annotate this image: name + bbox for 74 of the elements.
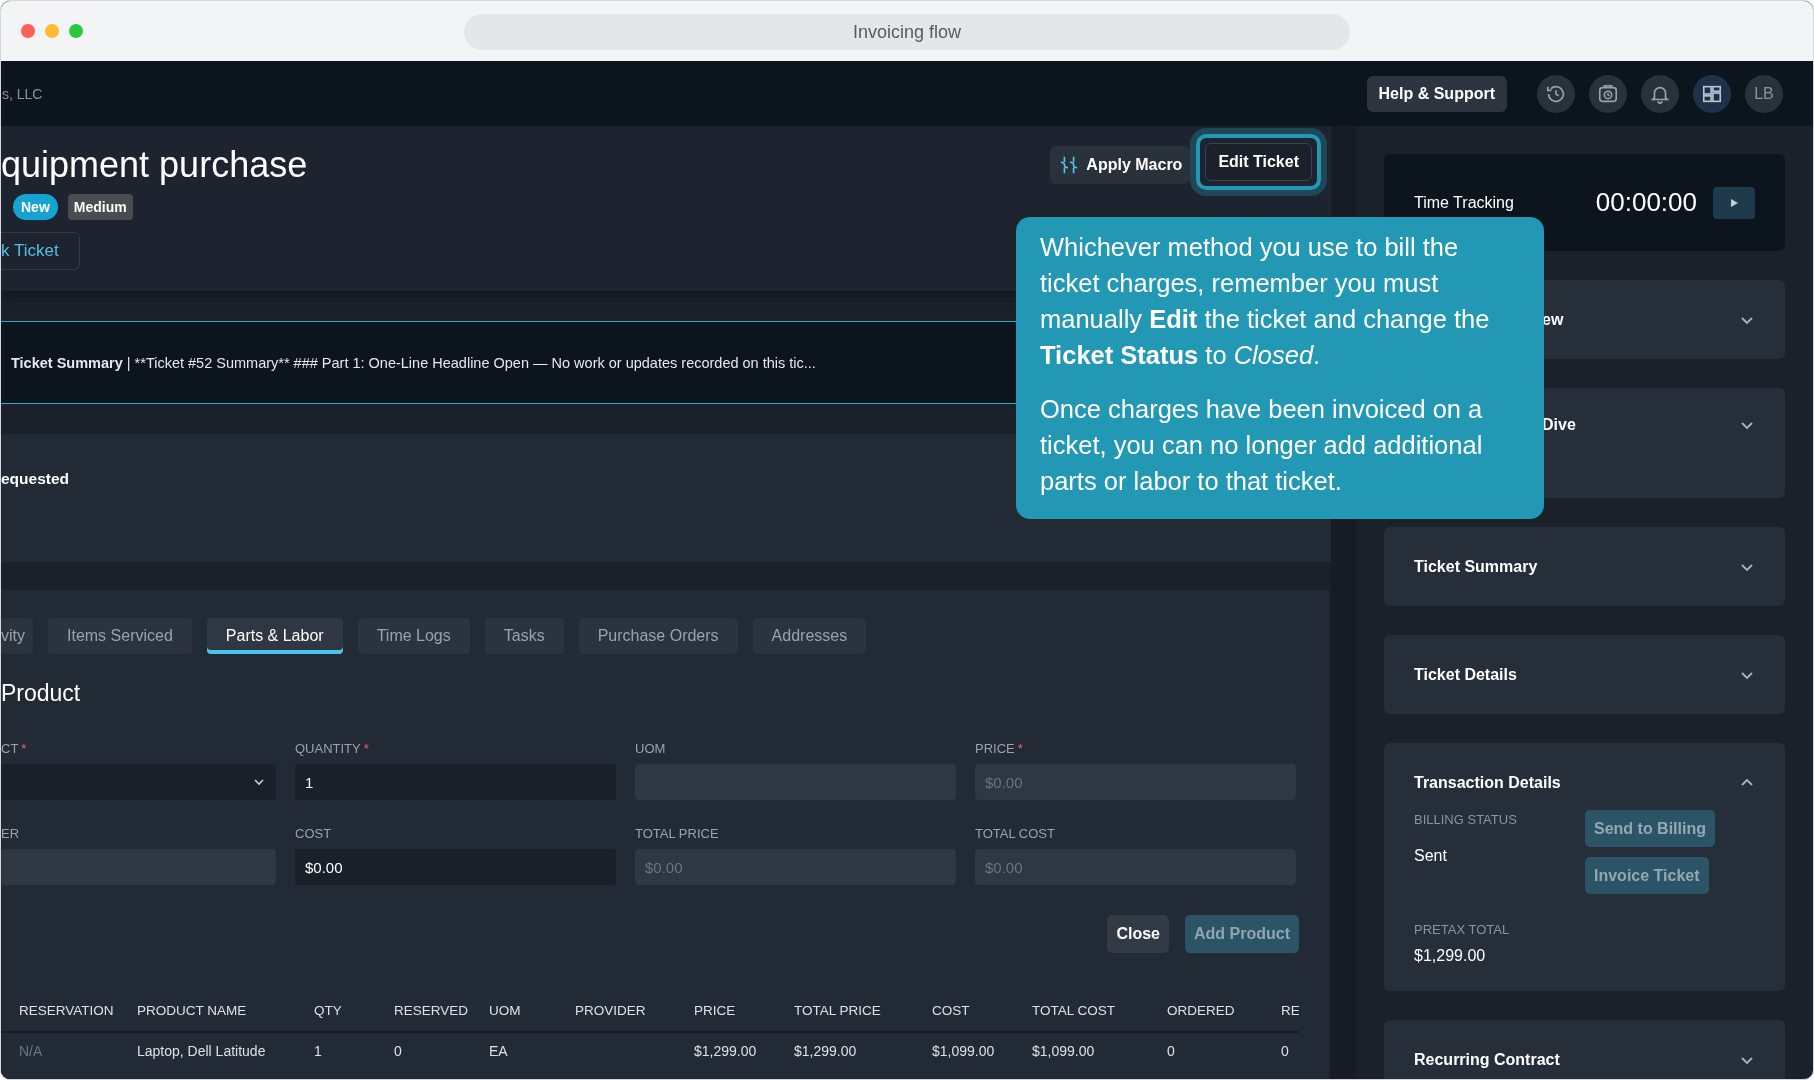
table-cell: $1,099.00	[1032, 1043, 1095, 1059]
column-header: TOTAL COST	[1032, 1002, 1116, 1018]
dashboard-icon[interactable]	[1693, 74, 1731, 113]
field-label: CT *	[1, 741, 28, 756]
column-header: ORDERED	[1167, 1002, 1236, 1018]
field-label: ER	[1, 826, 21, 841]
table-cell: $1,099.00	[932, 1043, 995, 1059]
tab[interactable]: Tasks	[484, 618, 564, 654]
table-cell: 0	[394, 1043, 402, 1059]
play-button[interactable]	[1713, 186, 1755, 219]
tooltip-text: Whichever method you use to bill the ticket charges, remember you must manually Edit the ticket and change the Ticket Status to Closed.	[1040, 232, 1491, 371]
field-label: UOM	[635, 741, 667, 756]
column-header: RE	[1281, 1002, 1299, 1018]
input-field[interactable]: $0.00	[295, 849, 616, 885]
table-cell: 1	[314, 1043, 322, 1059]
table-cell: 0	[1167, 1043, 1175, 1059]
help-support-button[interactable]: Help & Support	[1366, 75, 1507, 112]
ticket-badge: New	[13, 194, 58, 220]
card-title[interactable]: Recurring Contract	[1414, 1050, 1560, 1069]
column-header: PRICE	[694, 1002, 737, 1018]
table-cell: Laptop, Dell Latitude	[137, 1043, 266, 1059]
history-icon[interactable]	[1537, 74, 1575, 113]
ticket-badge: Medium	[67, 194, 133, 220]
field-label: QUANTITY *	[295, 741, 370, 756]
column-header: RESERVED	[394, 1002, 470, 1018]
billing-status-value: Sent	[1414, 847, 1448, 865]
field-label: PRICE *	[975, 741, 1024, 756]
timer-icon[interactable]	[1589, 74, 1627, 113]
table-cell: $1,299.00	[694, 1043, 757, 1059]
apply-macro-button[interactable]: Apply Macro	[1050, 146, 1191, 184]
ticket-title: quipment purchase	[1, 144, 308, 186]
timer-display: 00:00:00	[1595, 187, 1697, 218]
billing-status-label: BILLING STATUS	[1414, 812, 1517, 827]
tab[interactable]: Parts & Labor	[206, 618, 343, 654]
tab[interactable]: Items Serviced	[48, 618, 192, 654]
play-icon	[1728, 196, 1740, 209]
card-title[interactable]: Transaction Details	[1414, 773, 1561, 792]
field-label: COST	[295, 826, 333, 841]
column-header: TOTAL PRICE	[794, 1002, 882, 1018]
pretax-total-label: PRETAX TOTAL	[1414, 922, 1511, 937]
field-label: TOTAL COST	[975, 826, 1056, 841]
column-header: PROVIDER	[575, 1002, 647, 1018]
tab[interactable]: Purchase Orders	[578, 618, 738, 654]
card-title[interactable]: Ticket Summary	[1414, 557, 1538, 576]
tab[interactable]: Time Logs	[357, 618, 470, 654]
ticket-link-button[interactable]: k Ticket	[1, 232, 80, 270]
pretax-total-value: $1,299.00	[1414, 947, 1487, 965]
time-tracking-label: Time Tracking	[1414, 193, 1515, 212]
field-label: TOTAL PRICE	[635, 826, 720, 841]
tooltip-text: Once charges have been invoiced on a ticket, you can no longer add additional parts or labor to that ticket.	[1040, 394, 1484, 497]
edit-ticket-button[interactable]: Edit Ticket	[1205, 143, 1312, 181]
table-cell: N/A	[19, 1043, 43, 1059]
close-window-icon[interactable]	[21, 24, 35, 38]
input-field[interactable]: 1	[295, 764, 616, 800]
table-cell: $1,299.00	[794, 1043, 857, 1059]
requested-label: equested	[1, 470, 70, 487]
column-header: QTY	[314, 1002, 343, 1018]
column-header: COST	[932, 1002, 971, 1018]
tab[interactable]: Addresses	[752, 618, 867, 654]
company-name: s, LLC	[2, 85, 43, 102]
tab[interactable]: vity	[1, 618, 33, 654]
column-header: RESERVATION	[19, 1002, 115, 1018]
window-title: Invoicing flow	[464, 14, 1350, 50]
table-cell: EA	[489, 1043, 508, 1059]
column-header: PRODUCT NAME	[137, 1002, 248, 1018]
summary-text: Ticket Summary | **Ticket #52 Summary** ### Part 1: One-Line Headline Open — No work or updates recorded on this tic...	[11, 354, 816, 371]
select-field[interactable]	[1, 764, 276, 800]
column-header: UOM	[489, 1002, 522, 1018]
bell-icon[interactable]	[1641, 74, 1679, 113]
close-button[interactable]: Close	[1107, 915, 1169, 953]
form-heading: Product	[1, 680, 82, 707]
card-title[interactable]: Ticket Details	[1414, 665, 1517, 684]
table-cell: 0	[1281, 1043, 1289, 1059]
user-avatar[interactable]: LB	[1745, 74, 1783, 113]
